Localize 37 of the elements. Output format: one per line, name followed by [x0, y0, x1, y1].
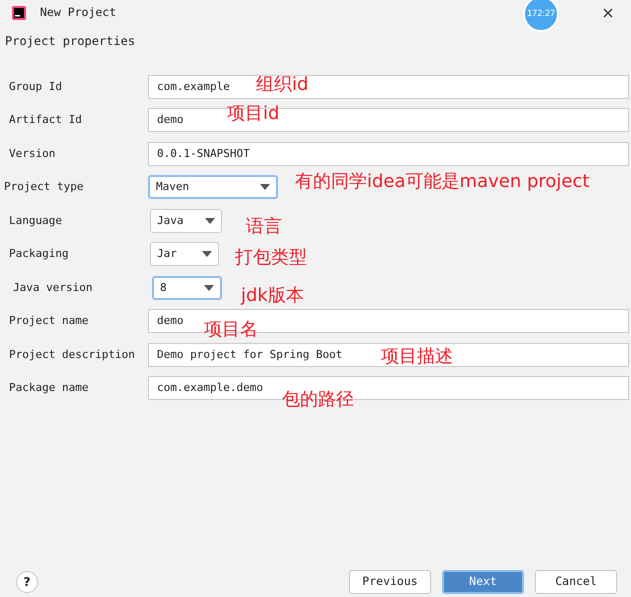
dialog-button[interactable]: Cancel: [535, 570, 617, 594]
dropdown[interactable]: Maven: [148, 175, 278, 200]
field-label: Project type: [3, 179, 84, 195]
annotation-text: 组织id: [256, 74, 308, 96]
caret-icon: [204, 284, 214, 291]
dropdown[interactable]: 8: [152, 276, 222, 300]
field-label: Version: [8, 146, 56, 162]
close-icon: [603, 8, 613, 18]
dialog-button[interactable]: Next: [442, 570, 524, 594]
annotation-text: 语言: [246, 216, 282, 238]
field-label: Project name: [8, 313, 90, 329]
help-button[interactable]: ?: [16, 571, 38, 593]
clock-badge: 172:27: [523, 0, 559, 32]
app-logo-icon: [12, 6, 26, 20]
window-title: New Project: [40, 4, 116, 22]
field-label: Language: [8, 212, 63, 228]
text-field[interactable]: 0.0.1-SNAPSHOT: [148, 142, 629, 166]
annotation-text: 项目描述: [381, 346, 453, 368]
dropdown[interactable]: Java: [150, 208, 222, 233]
field-label: Package name: [8, 380, 90, 396]
section-title: Project properties: [4, 33, 136, 50]
dropdown[interactable]: Jar: [150, 242, 219, 266]
close-button[interactable]: [601, 6, 615, 20]
field-label: Project description: [8, 346, 136, 362]
dialog-button[interactable]: Previous: [349, 570, 431, 594]
field-label: Group Id: [8, 78, 63, 94]
caret-icon: [260, 184, 270, 190]
field-label: Artifact Id: [8, 112, 83, 128]
caret-icon: [205, 218, 215, 224]
annotation-text: jdk版本: [241, 285, 304, 307]
text-field[interactable]: com.example 组织id: [148, 74, 629, 99]
caret-icon: [202, 251, 212, 258]
annotation-text: 打包类型: [235, 247, 307, 269]
field-label: Java version: [12, 280, 94, 296]
field-label: Packaging: [8, 246, 70, 262]
annotation-text: 有的同学idea可能是maven project: [295, 171, 590, 193]
text-field[interactable]: Demo project for Spring Boot 项目描述: [148, 342, 629, 367]
